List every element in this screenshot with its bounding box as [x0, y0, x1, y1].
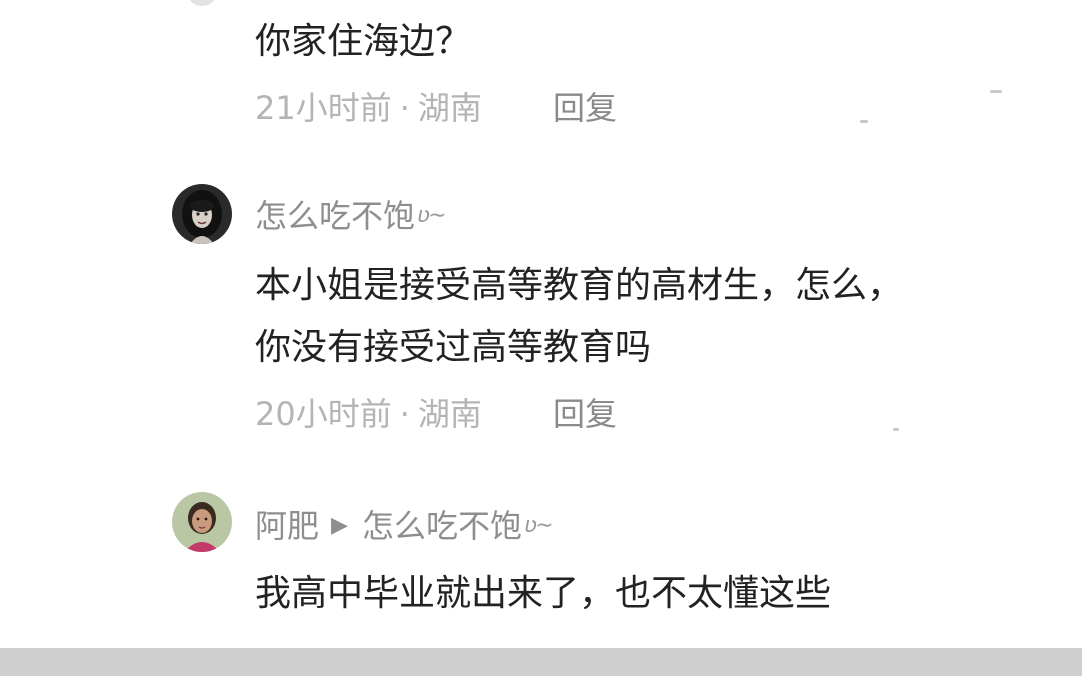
- comment-location: 湖南: [417, 89, 482, 127]
- comment-text-line-1: 本小姐是接受高等教育的高材生，怎么，: [255, 265, 904, 306]
- comment-user-line: 阿肥 ▶ 怎么吃不饱 ʋ∼: [255, 506, 554, 546]
- reply-button[interactable]: 回复: [553, 88, 617, 128]
- artifact-speck: [990, 90, 1002, 93]
- meta-separator: ·: [399, 89, 410, 127]
- woman-dark-hair-avatar-icon: [172, 184, 232, 244]
- user-badge-icon: ʋ∼: [417, 203, 447, 228]
- comment-time: 20小时前: [255, 395, 392, 433]
- comment-username[interactable]: 阿肥: [255, 506, 319, 546]
- avatar[interactable]: [172, 492, 232, 552]
- comment-location: 湖南: [417, 395, 482, 433]
- artifact-speck: [893, 428, 899, 431]
- reply-to-username[interactable]: 怎么吃不饱: [362, 506, 522, 546]
- comment-time: 21小时前: [255, 89, 392, 127]
- meta-separator: ·: [399, 395, 410, 433]
- triangle-right-icon: ▶: [331, 513, 348, 538]
- user-badge-icon: ʋ∼: [523, 513, 554, 538]
- bottom-bar: [0, 648, 1082, 676]
- avatar-partial[interactable]: [188, 0, 216, 6]
- comment-meta: 20小时前 · 湖南: [255, 394, 482, 434]
- avatar[interactable]: [172, 184, 232, 244]
- reply-button[interactable]: 回复: [553, 394, 617, 434]
- artifact-speck: [860, 120, 868, 123]
- comment-meta: 21小时前 · 湖南: [255, 88, 482, 128]
- comment-username[interactable]: 怎么吃不饱: [255, 196, 415, 236]
- comment-text: 我高中毕业就出来了，也不太懂这些: [255, 573, 832, 614]
- comment-text: 你家住海边？: [255, 21, 472, 62]
- woman-photo-avatar-icon: [172, 492, 232, 552]
- comment-text-line-2: 你没有接受过高等教育吗: [255, 327, 652, 368]
- comment-user-line: 怎么吃不饱 ʋ∼: [255, 196, 447, 236]
